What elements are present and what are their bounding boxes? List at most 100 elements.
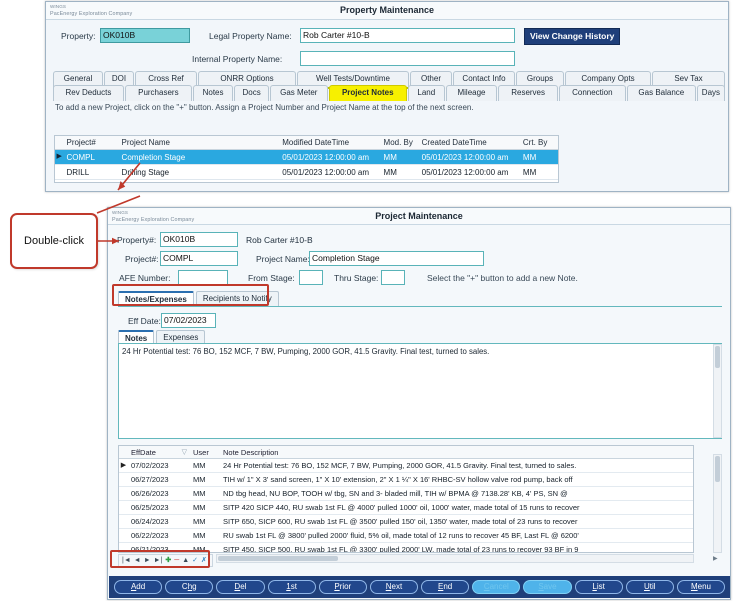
- project-name-input[interactable]: Completion Stage: [309, 251, 484, 266]
- note-row[interactable]: ▶ 07/02/2023 MM 24 Hr Potential test: 76 BO…: [119, 459, 693, 473]
- delete-record-icon[interactable]: ─: [174, 555, 179, 566]
- row-indicator: [119, 529, 128, 542]
- tab-gas-meter[interactable]: Gas Meter: [270, 85, 328, 101]
- cancel-button[interactable]: Cancel: [472, 580, 521, 594]
- col-modified-datetime[interactable]: Modified DateTime: [279, 136, 380, 149]
- cell-note-description: RU swab 1st FL @ 3800' pulled 2000' flui…: [223, 531, 579, 540]
- end-button[interactable]: End: [421, 580, 470, 594]
- col-project-name[interactable]: Project Name: [119, 136, 280, 149]
- note-text-scroll-thumb[interactable]: [715, 346, 720, 368]
- property-window-title: Property Maintenance: [339, 5, 435, 15]
- prior-button[interactable]: Prior: [318, 580, 367, 594]
- from-stage-input[interactable]: [299, 270, 323, 285]
- save-button[interactable]: Save: [523, 580, 572, 594]
- note-row[interactable]: 06/24/2023 MM SITP 650, SICP 600, RU swab …: [119, 515, 693, 529]
- note-row[interactable]: 06/27/2023 MM TIH w/ 1" X 3' sand screen, …: [119, 473, 693, 487]
- menu-button[interactable]: Menu: [676, 580, 726, 594]
- note-grid[interactable]: EffDate ▽ User Note Description ▶ 07/02/2…: [118, 445, 694, 553]
- table-row[interactable]: ▶ COMPL Completion Stage 05/01/2023 12:0…: [55, 150, 558, 165]
- tab-recipients-to-notify[interactable]: Recipients to Notify: [195, 291, 279, 307]
- tab-label: Days: [701, 88, 721, 97]
- note-row[interactable]: 06/22/2023 MM RU swab 1st FL @ 3800' pulle…: [119, 529, 693, 543]
- legal-property-name-input[interactable]: Rob Carter #10-B: [300, 28, 515, 43]
- prior-record-icon[interactable]: ◄: [134, 555, 141, 566]
- internal-property-name-input[interactable]: [300, 51, 515, 66]
- first-record-icon[interactable]: |◄: [122, 555, 131, 566]
- table-row[interactable]: DRILL Drilling Stage 05/01/2023 12:00:00…: [55, 165, 558, 180]
- cell-effdate: 06/21/2023: [131, 545, 169, 553]
- project-grid[interactable]: Project# Project Name Modified DateTime …: [54, 135, 559, 183]
- edit-record-icon[interactable]: ▲: [182, 555, 189, 566]
- post-record-icon[interactable]: ✓: [192, 555, 198, 566]
- project-window-header: WINGS PacEnergy Exploration Company Proj…: [108, 208, 730, 225]
- property-maintenance-window: WINGS PacEnergy Exploration Company Prop…: [45, 1, 729, 192]
- note-text-area[interactable]: 24 Hr Potential test: 76 BO, 152 MCF, 7 …: [118, 343, 722, 439]
- command-button-bar: Add Chg Del 1st Prior Next End Cancel Save List Ut…: [109, 576, 730, 598]
- note-row[interactable]: 06/25/2023 MM SITP 420 SICP 440, RU swab 1…: [119, 501, 693, 515]
- current-row-indicator: ▶: [120, 462, 127, 469]
- tab-land[interactable]: Land: [407, 85, 445, 101]
- note-text-scrollbar[interactable]: [713, 344, 722, 438]
- col-project-number[interactable]: Project#: [63, 136, 118, 149]
- col-crt-by[interactable]: Crt. By: [520, 136, 558, 149]
- tab-notes[interactable]: Notes: [192, 85, 234, 101]
- col-mod-by[interactable]: Mod. By: [381, 136, 419, 149]
- tab-gas-balance[interactable]: Gas Balance: [626, 85, 696, 101]
- note-grid-vscroll-thumb[interactable]: [715, 456, 720, 482]
- eff-date-input[interactable]: 07/02/2023: [161, 313, 216, 328]
- add-button[interactable]: Add: [114, 580, 163, 594]
- row-indicator: [119, 487, 128, 500]
- afe-number-input[interactable]: [178, 270, 228, 285]
- del-button[interactable]: Del: [216, 580, 265, 594]
- property-input[interactable]: OK010B: [100, 28, 190, 43]
- cell-user: MM: [193, 517, 206, 526]
- tab-label: Groups: [526, 74, 554, 83]
- tab-reserves[interactable]: Reserves: [498, 85, 558, 101]
- tab-project-notes[interactable]: Project Notes: [328, 85, 407, 101]
- 1st-button[interactable]: 1st: [267, 580, 316, 594]
- chg-button[interactable]: Chg: [165, 580, 214, 594]
- row-marker-spacer: [55, 136, 63, 149]
- col-user[interactable]: User: [190, 446, 220, 458]
- insert-record-icon[interactable]: ✚: [165, 555, 171, 566]
- last-record-icon[interactable]: ►|: [154, 555, 163, 566]
- tab-label: Contact Info: [462, 74, 506, 83]
- tab-days[interactable]: Days: [696, 85, 726, 101]
- tab-notes-expenses[interactable]: Notes/Expenses: [118, 291, 194, 307]
- cell-note-description: SITP 450, SICP 500, RU swab 1st FL @ 330…: [223, 545, 579, 553]
- note-grid-vscrollbar[interactable]: [713, 454, 722, 553]
- project-number-input[interactable]: COMPL: [160, 251, 238, 266]
- cell-user: MM: [193, 489, 206, 498]
- sort-descending-icon[interactable]: ▽: [182, 447, 187, 457]
- list-button[interactable]: List: [574, 580, 623, 594]
- tab-docs[interactable]: Docs: [234, 85, 269, 101]
- col-effdate[interactable]: EffDate ▽: [128, 446, 190, 458]
- project-property-label: Property#:: [117, 235, 157, 245]
- tab-connection[interactable]: Connection: [558, 85, 626, 101]
- cell-crt-by: MM: [522, 168, 537, 177]
- tab-label: Gas Balance: [638, 88, 685, 97]
- note-row[interactable]: 06/26/2023 MM ND tbg head, NU BOP, TOOH w/…: [119, 487, 693, 501]
- col-created-datetime[interactable]: Created DateTime: [419, 136, 520, 149]
- tab-label: Company Opts: [581, 74, 635, 83]
- tab-rev-deducts[interactable]: Rev Deducts: [53, 85, 124, 101]
- project-property-input[interactable]: OK010B: [160, 232, 238, 247]
- tab-purchasers[interactable]: Purchasers: [124, 85, 192, 101]
- note-row[interactable]: 06/21/2023 MM SITP 450, SICP 500, RU swab …: [119, 543, 693, 553]
- note-grid-hscrollbar[interactable]: [216, 554, 694, 563]
- note-row-marker-spacer: [119, 446, 128, 458]
- cell-user: MM: [193, 503, 206, 512]
- screenshot-root: WINGS PacEnergy Exploration Company Prop…: [0, 0, 733, 601]
- hscroll-right-arrow-icon[interactable]: ▶: [713, 555, 718, 562]
- tab-mileage[interactable]: Mileage: [445, 85, 498, 101]
- tab-label: Gas Meter: [280, 88, 318, 97]
- note-grid-hscroll-thumb[interactable]: [218, 556, 338, 561]
- util-button[interactable]: Util: [625, 580, 674, 594]
- cancel-record-icon[interactable]: ✗: [201, 555, 207, 566]
- next-record-icon[interactable]: ►: [144, 555, 151, 566]
- project-property-name-text: Rob Carter #10-B: [246, 235, 313, 245]
- thru-stage-input[interactable]: [381, 270, 405, 285]
- col-note-description[interactable]: Note Description: [220, 446, 693, 458]
- next-button[interactable]: Next: [369, 580, 419, 594]
- view-change-history-button[interactable]: View Change History: [524, 28, 621, 45]
